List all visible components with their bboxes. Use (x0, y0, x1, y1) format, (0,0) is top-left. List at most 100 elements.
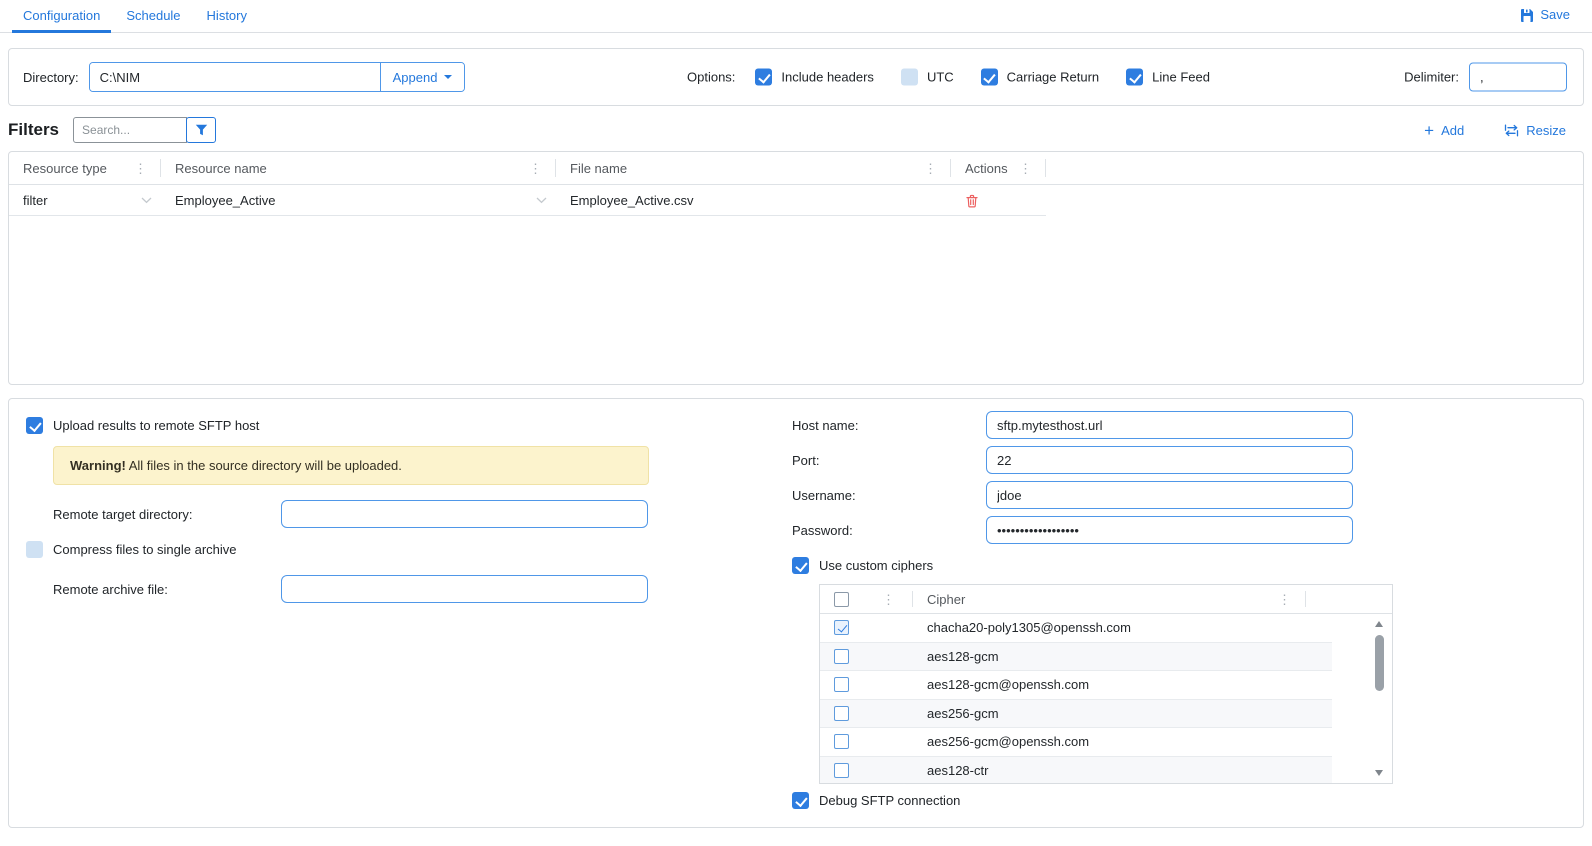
actions-cell (951, 185, 1046, 216)
add-button[interactable]: Add (1418, 121, 1470, 140)
utc-checkbox[interactable] (901, 69, 918, 86)
header-divider (912, 591, 913, 607)
delete-row-button[interactable] (965, 194, 979, 208)
remote-archive-label: Remote archive file: (53, 582, 281, 597)
column-menu-icon[interactable] (134, 162, 147, 175)
use-custom-ciphers-label: Use custom ciphers (819, 558, 933, 573)
username-input[interactable] (986, 481, 1353, 509)
cipher-checkbox[interactable] (834, 734, 849, 749)
remote-target-input[interactable] (281, 500, 648, 528)
column-menu-icon[interactable] (924, 162, 937, 175)
column-menu-icon[interactable] (882, 593, 895, 606)
option-line-feed: Line Feed (1126, 69, 1210, 86)
password-input[interactable] (986, 516, 1353, 544)
column-header-file-name[interactable]: File name (556, 152, 951, 184)
warning-text: All files in the source directory will b… (129, 458, 402, 473)
column-label: File name (570, 161, 627, 176)
cipher-row: aes256-gcm@openssh.com (820, 728, 1332, 757)
upload-sftp-checkbox[interactable] (26, 417, 43, 434)
scrollbar-thumb[interactable] (1375, 635, 1384, 691)
port-input[interactable] (986, 446, 1353, 474)
option-utc: UTC (901, 69, 954, 86)
cipher-table: Cipher chacha20-poly1305@openssh.com aes… (819, 584, 1393, 784)
options-label: Options: (687, 70, 735, 85)
cipher-name: chacha20-poly1305@openssh.com (927, 620, 1131, 635)
scroll-up-icon[interactable] (1375, 621, 1383, 627)
filters-title: Filters (8, 120, 59, 140)
column-menu-icon[interactable] (1019, 162, 1032, 175)
column-label: Resource type (23, 161, 107, 176)
options-group: Options: Include headers UTC Carriage Re… (687, 69, 1237, 86)
remote-archive-row: Remote archive file: (53, 575, 678, 603)
password-row: Password: (792, 516, 1424, 544)
line-feed-checkbox[interactable] (1126, 69, 1143, 86)
cipher-name: aes256-gcm (927, 706, 999, 721)
column-menu-icon[interactable] (529, 162, 542, 175)
column-header-resource-name[interactable]: Resource name (161, 152, 556, 184)
save-icon (1520, 8, 1534, 22)
trash-icon (965, 194, 979, 208)
tab-schedule[interactable]: Schedule (113, 0, 193, 32)
remote-target-row: Remote target directory: (53, 500, 678, 528)
cipher-name: aes128-gcm@openssh.com (927, 677, 1089, 692)
resource-name-cell[interactable]: Employee_Active (161, 185, 556, 216)
cipher-name: aes256-gcm@openssh.com (927, 734, 1089, 749)
cipher-row: aes128-ctr (820, 757, 1332, 785)
tab-bar: Configuration Schedule History Save (0, 0, 1592, 33)
use-custom-ciphers-checkbox[interactable] (792, 557, 809, 574)
delimiter-input[interactable] (1469, 63, 1567, 92)
column-header-resource-type[interactable]: Resource type (9, 152, 161, 184)
compress-checkbox[interactable] (26, 541, 43, 558)
directory-input[interactable] (90, 63, 380, 91)
sftp-left-column: Upload results to remote SFTP host Warni… (18, 411, 678, 603)
filter-funnel-button[interactable] (186, 117, 216, 143)
sftp-panel: Upload results to remote SFTP host Warni… (8, 398, 1584, 828)
column-menu-icon[interactable] (1278, 593, 1291, 606)
carriage-return-checkbox[interactable] (981, 69, 998, 86)
username-label: Username: (792, 488, 986, 503)
debug-sftp-checkbox[interactable] (792, 792, 809, 809)
search-input[interactable] (73, 117, 187, 143)
chevron-down-icon[interactable] (141, 197, 152, 204)
select-all-checkbox[interactable] (834, 592, 849, 607)
warning-alert: Warning! All files in the source directo… (53, 446, 649, 485)
host-row: Host name: (792, 411, 1424, 439)
append-label: Append (393, 70, 438, 85)
tab-configuration[interactable]: Configuration (10, 0, 113, 32)
chevron-down-icon[interactable] (536, 197, 547, 204)
cipher-row: aes128-gcm@openssh.com (820, 671, 1332, 700)
tab-history[interactable]: History (194, 0, 260, 32)
cipher-checkbox[interactable] (834, 620, 849, 635)
port-row: Port: (792, 446, 1424, 474)
resource-type-cell[interactable]: filter (9, 185, 161, 216)
resize-button[interactable]: Resize (1498, 122, 1572, 139)
column-label: Actions (965, 161, 1008, 176)
username-row: Username: (792, 481, 1424, 509)
scroll-down-icon[interactable] (1375, 770, 1383, 776)
warning-bold-text: Warning! (70, 458, 126, 473)
debug-sftp-label: Debug SFTP connection (819, 793, 960, 808)
directory-input-group: Append (89, 62, 466, 92)
cipher-checkbox[interactable] (834, 649, 849, 664)
port-label: Port: (792, 453, 986, 468)
header-divider (1305, 591, 1306, 607)
remote-archive-input[interactable] (281, 575, 648, 603)
save-button[interactable]: Save (1514, 6, 1576, 23)
resource-name-value: Employee_Active (175, 193, 275, 208)
option-carriage-return: Carriage Return (981, 69, 1100, 86)
cipher-checkbox[interactable] (834, 763, 849, 778)
include-headers-checkbox[interactable] (755, 69, 772, 86)
host-input[interactable] (986, 411, 1353, 439)
resource-type-value: filter (23, 193, 48, 208)
plus-icon (1424, 122, 1434, 139)
directory-label: Directory: (23, 70, 79, 85)
cipher-row: chacha20-poly1305@openssh.com (820, 614, 1332, 643)
chevron-down-icon (444, 75, 452, 79)
cipher-checkbox[interactable] (834, 706, 849, 721)
column-header-actions[interactable]: Actions (951, 152, 1046, 184)
append-dropdown-button[interactable]: Append (380, 63, 465, 91)
cipher-row: aes128-gcm (820, 643, 1332, 672)
cipher-name: aes128-ctr (927, 763, 988, 778)
cipher-scrollbar[interactable] (1372, 618, 1387, 779)
cipher-checkbox[interactable] (834, 677, 849, 692)
